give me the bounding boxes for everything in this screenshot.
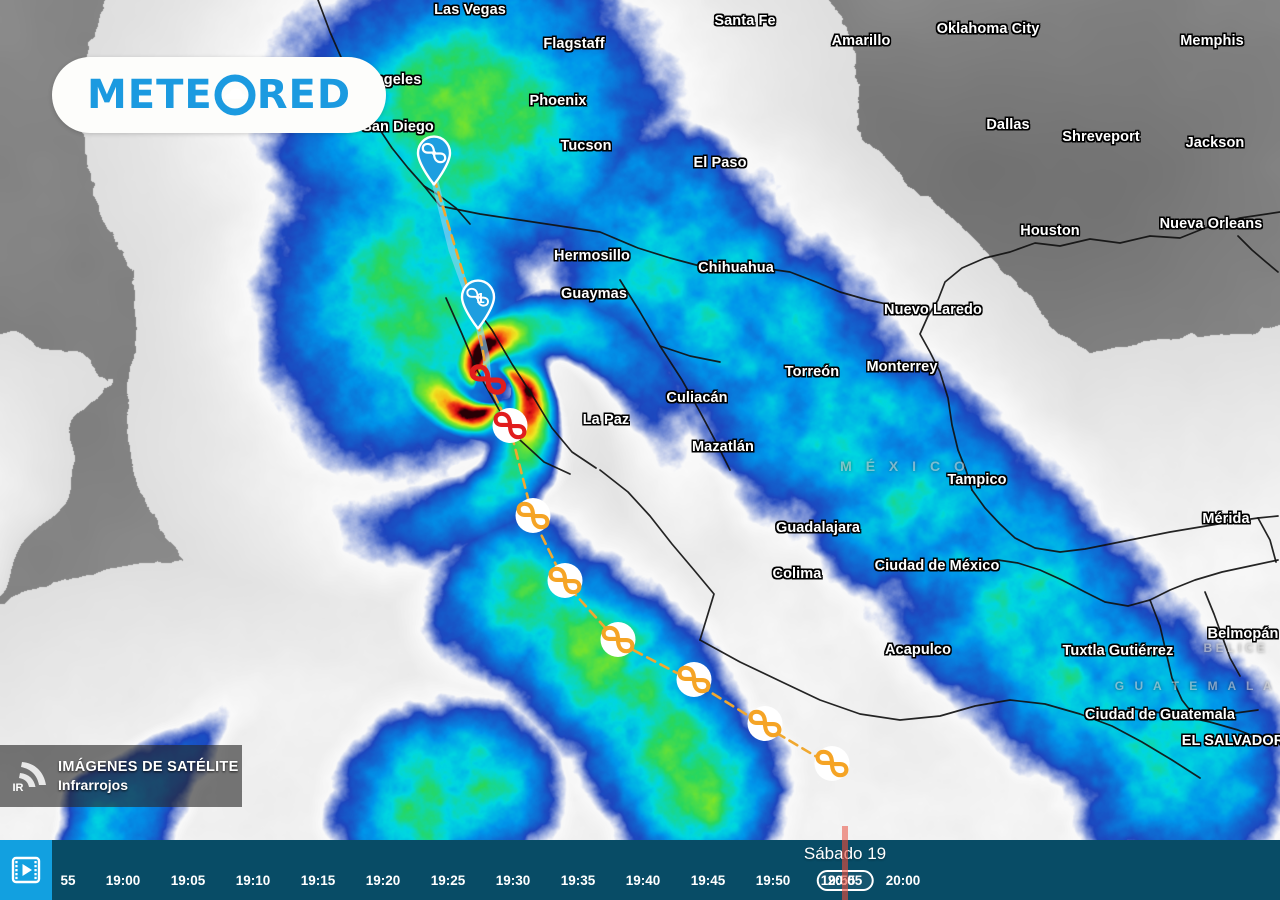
cloud-o-icon <box>214 74 256 116</box>
timeline-tick[interactable]: 19:30 <box>489 870 538 891</box>
logo-text-part-3: RED <box>256 72 352 118</box>
track-marker-tropical-storm[interactable] <box>545 561 585 606</box>
track-marker-tropical-storm[interactable] <box>513 496 553 541</box>
timeline-tick[interactable]: 19:15 <box>294 870 343 891</box>
track-marker-current-position[interactable] <box>467 360 509 405</box>
timeline-tick[interactable]: 19:45 <box>684 870 733 891</box>
timeline-tick[interactable]: 19:05 <box>164 870 213 891</box>
track-marker-tropical-storm[interactable] <box>812 744 852 789</box>
timeline-tick[interactable]: 19:00 <box>99 870 148 891</box>
meteored-wordmark: METE RED <box>87 74 351 116</box>
track-marker-tropical-storm[interactable] <box>745 704 785 749</box>
timeline-tick[interactable]: 19:50 <box>749 870 798 891</box>
play-film-icon <box>11 856 41 884</box>
ir-badge-text: IR <box>13 782 24 794</box>
timeline-tick[interactable]: 19:40 <box>619 870 668 891</box>
satellite-info-subtitle: Infrarrojos <box>58 776 129 793</box>
track-marker-tropical-storm[interactable] <box>674 660 714 705</box>
ir-satellite-icon: IR <box>8 754 54 798</box>
timeline-tick[interactable]: 19:10 <box>229 870 278 891</box>
timeline-tick[interactable]: 19:20 <box>359 870 408 891</box>
timeline-tick-selected[interactable]: 20:05 <box>816 870 874 891</box>
track-marker-tropical-storm[interactable] <box>598 620 638 665</box>
satellite-info-text: IMÁGENES DE SATÉLITE Infrarrojos <box>54 758 239 794</box>
track-marker-tropical-storm-forecast[interactable] <box>414 134 454 191</box>
satellite-map-app: { "brand": { "logo_text": "METEORED", "l… <box>0 0 1280 900</box>
timeline-ticks[interactable]: 55 19:00 19:05 19:10 19:15 19:20 19:25 19:30 19:… <box>52 870 1280 900</box>
timeline-tick[interactable]: 55 <box>53 870 82 891</box>
timeline-tick[interactable]: 19:25 <box>424 870 473 891</box>
track-marker-hurricane-cat-1-forecast[interactable]: 1 <box>458 278 498 335</box>
timeline-day-label: Sábado 19 <box>803 844 887 863</box>
track-marker-hurricane[interactable] <box>490 406 530 451</box>
timeline-tick[interactable]: 20:00 <box>879 870 928 891</box>
satellite-product-info[interactable]: IR IMÁGENES DE SATÉLITE Infrarrojos <box>0 745 242 807</box>
logo-text-part-1: METE <box>86 72 213 118</box>
timeline-tick[interactable]: 19:35 <box>554 870 603 891</box>
meteored-logo[interactable]: METE RED <box>52 57 386 133</box>
play-animation-button[interactable] <box>0 840 52 900</box>
timeline-bar[interactable]: Sábado 19 55 19:00 19:05 19:10 19:15 19:20 19:… <box>0 840 1280 900</box>
satellite-info-title: IMÁGENES DE SATÉLITE <box>58 758 239 775</box>
svg-text:1: 1 <box>476 290 484 307</box>
